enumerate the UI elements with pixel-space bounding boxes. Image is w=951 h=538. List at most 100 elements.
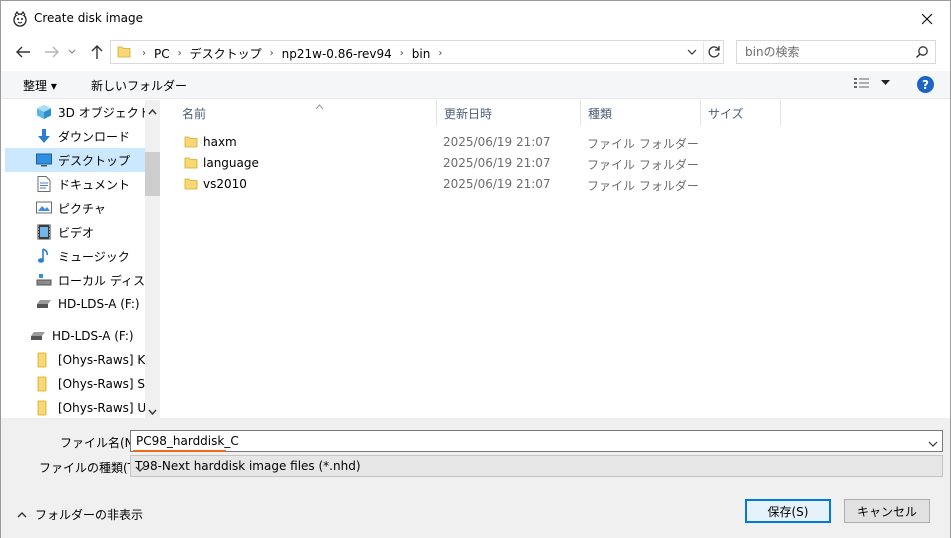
change-view-button[interactable] [853, 77, 890, 89]
scrollbar-thumb[interactable] [145, 152, 160, 196]
nav-item-label: [Ohys-Raws] Ucl [58, 401, 145, 415]
video-icon [35, 224, 53, 240]
file-name: vs2010 [203, 177, 247, 191]
file-row[interactable]: vs2010 2025/06/19 21:07 ファイル フォルダー [181, 174, 781, 195]
nav-item-label: デスクトップ [58, 153, 131, 168]
hide-folders-button[interactable]: フォルダーの非表示 [17, 506, 143, 523]
sort-ascending-icon [315, 99, 324, 113]
scroll-up-icon[interactable] [148, 104, 157, 118]
help-icon: ? [922, 77, 929, 92]
refresh-icon [707, 46, 720, 58]
filetype-label: ファイルの種類(T): [39, 461, 144, 475]
folder-icon [35, 376, 53, 392]
forward-button[interactable] [42, 42, 62, 62]
nav-item-downloads[interactable]: ダウンロード [5, 124, 145, 148]
file-type: ファイル フォルダー [587, 137, 699, 151]
nav-item-folder[interactable]: [Ohys-Raws] Ker [5, 348, 145, 372]
command-bar: 整理 ▾ 新しいフォルダー ? [1, 71, 950, 99]
back-button[interactable] [13, 42, 33, 62]
address-dropdown-button[interactable] [687, 45, 697, 59]
filename-input[interactable] [134, 433, 914, 449]
nav-item-videos[interactable]: ビデオ [5, 220, 145, 244]
nav-item-music[interactable]: ミュージック [5, 244, 145, 268]
breadcrumb-separator[interactable]: › [265, 48, 279, 59]
close-icon [921, 13, 933, 25]
save-button[interactable]: 保存(S) [745, 499, 831, 523]
file-row[interactable]: language 2025/06/19 21:07 ファイル フォルダー [181, 153, 781, 174]
nav-item-pictures[interactable]: ピクチャ [5, 196, 145, 220]
column-label: 更新日時 [444, 106, 493, 121]
nav-item-label: ダウンロード [58, 129, 131, 144]
column-header-name[interactable]: 名前 [175, 100, 437, 126]
column-header-type[interactable]: 種類 [581, 100, 701, 126]
breadcrumb-separator[interactable]: › [137, 48, 151, 59]
nav-scrollbar[interactable] [145, 100, 160, 418]
folder-icon [184, 156, 198, 173]
column-label: サイズ [708, 106, 744, 121]
breadcrumb: › PC › デスクトップ › np21w-0.86-rev94 › bin › [137, 45, 447, 62]
recent-locations-button[interactable] [65, 42, 79, 62]
nav-item-folder[interactable]: [Ohys-Raws] Shi [5, 372, 145, 396]
drive-icon [29, 328, 47, 344]
address-bar[interactable]: › PC › デスクトップ › np21w-0.86-rev94 › bin › [110, 40, 724, 64]
spellcheck-underline [133, 450, 226, 452]
search-input[interactable] [743, 44, 903, 60]
column-header-size[interactable]: サイズ [701, 100, 781, 126]
chevron-up-icon [17, 512, 27, 518]
column-header-date[interactable]: 更新日時 [437, 100, 581, 126]
save-form: ファイル名(N): ファイルの種類(T): T98-Next harddisk … [1, 418, 950, 538]
folder-icon [184, 177, 198, 194]
arrow-up-icon [91, 45, 103, 59]
nav-item-drive-f-root[interactable]: HD-LDS-A (F:) [5, 324, 145, 348]
search-box[interactable] [736, 40, 936, 64]
folder-icon [35, 400, 53, 416]
local-disk-icon [35, 272, 53, 288]
nav-item-folder[interactable]: [Ohys-Raws] Ucl [5, 396, 145, 418]
filetype-select[interactable]: T98-Next harddisk image files (*.nhd) [130, 455, 943, 477]
breadcrumb-bin[interactable]: bin [409, 47, 434, 61]
caret-down-icon [881, 80, 890, 85]
chevron-down-icon[interactable] [928, 437, 938, 451]
nav-item-label: ピクチャ [58, 201, 106, 216]
music-icon [35, 248, 53, 264]
help-button[interactable]: ? [917, 76, 934, 93]
download-icon [35, 128, 53, 144]
refresh-button[interactable] [703, 42, 723, 62]
nav-item-label: [Ohys-Raws] Ker [58, 353, 145, 367]
scroll-down-icon[interactable] [148, 404, 157, 418]
nav-item-3d-objects[interactable]: 3D オブジェクト [5, 100, 145, 124]
nav-item-label: [Ohys-Raws] Shi [58, 377, 145, 391]
file-type: ファイル フォルダー [587, 158, 699, 172]
file-date: 2025/06/19 21:07 [443, 156, 551, 170]
folder-icon [117, 45, 131, 62]
breadcrumb-np21w[interactable]: np21w-0.86-rev94 [279, 47, 395, 61]
column-label: 種類 [588, 106, 613, 121]
search-icon[interactable] [915, 45, 929, 62]
close-button[interactable] [904, 1, 950, 37]
cancel-button[interactable]: キャンセル [844, 499, 930, 523]
nav-item-desktop[interactable]: デスクトップ [5, 148, 145, 172]
breadcrumb-desktop[interactable]: デスクトップ [187, 45, 265, 62]
nav-item-label: ビデオ [58, 225, 95, 240]
nav-item-drive-f[interactable]: HD-LDS-A (F:) [5, 292, 145, 316]
breadcrumb-separator[interactable]: › [433, 48, 447, 59]
breadcrumb-separator[interactable]: › [173, 48, 187, 59]
organize-button[interactable]: 整理 ▾ [23, 77, 57, 94]
file-date: 2025/06/19 21:07 [443, 135, 551, 149]
chevron-down-icon [687, 49, 697, 55]
nav-item-local-disk[interactable]: ローカル ディスク (C [5, 268, 145, 292]
nav-item-documents[interactable]: ドキュメント [5, 172, 145, 196]
title-bar: Create disk image [1, 1, 950, 37]
file-date: 2025/06/19 21:07 [443, 177, 551, 191]
up-button[interactable] [87, 42, 107, 62]
breadcrumb-separator[interactable]: › [395, 48, 409, 59]
chevron-down-icon [68, 49, 76, 54]
document-icon [35, 176, 53, 192]
nav-item-label: ドキュメント [58, 177, 131, 192]
file-name: language [203, 156, 259, 170]
file-row[interactable]: haxm 2025/06/19 21:07 ファイル フォルダー [181, 132, 781, 153]
navigation-pane: 3D オブジェクト ダウンロード デスクトップ ドキュメント ピクチャ ビデオ … [1, 100, 160, 418]
new-folder-button[interactable]: 新しいフォルダー [91, 77, 187, 94]
breadcrumb-pc[interactable]: PC [151, 47, 173, 61]
filename-field[interactable] [130, 430, 943, 452]
